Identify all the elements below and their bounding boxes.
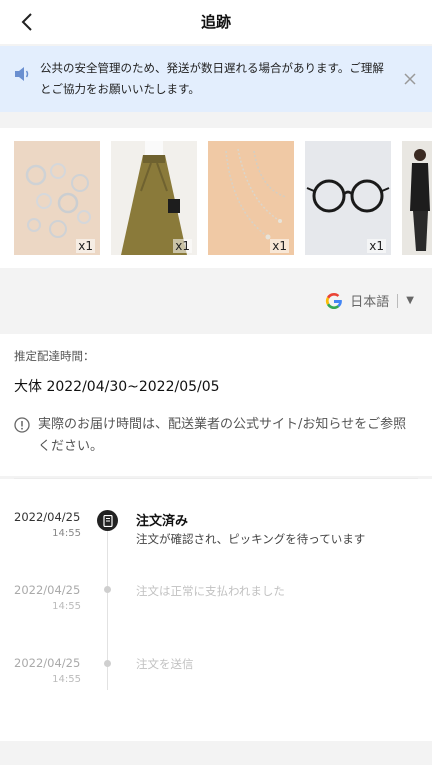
timeline-dot bbox=[104, 660, 111, 667]
info-text: 実際のお届け時間は、配送業者の公式サイト/お知らせをご参照ください。 bbox=[38, 417, 407, 454]
top-bar: 追跡 bbox=[0, 0, 432, 44]
separator bbox=[397, 293, 399, 308]
language-selector[interactable]: 日本語 ▼ bbox=[325, 291, 414, 310]
product-thumb-necklace[interactable]: x1 bbox=[208, 141, 294, 255]
product-qty: x1 bbox=[270, 239, 289, 253]
event-description: 注文が確認され、ピッキングを待っています bbox=[136, 532, 366, 546]
language-label: 日本語 bbox=[350, 295, 390, 310]
speaker-icon bbox=[15, 67, 29, 81]
event-time: 14:55 bbox=[52, 674, 81, 685]
product-qty: x1 bbox=[173, 239, 192, 253]
event-date: 2022/04/25 bbox=[14, 656, 81, 670]
order-status-icon bbox=[97, 510, 118, 531]
chevron-down-icon: ▼ bbox=[406, 295, 414, 306]
estimate-label: 推定配達時間： bbox=[14, 349, 95, 363]
tracking-timeline: 2022/04/25 14:55 注文済み 注文が確認され、ピッキングを待ってい… bbox=[0, 479, 432, 741]
event-title: 注文済み bbox=[136, 514, 189, 529]
event-date: 2022/04/25 bbox=[14, 510, 81, 524]
bottom-spacer bbox=[0, 741, 432, 765]
event-time: 14:55 bbox=[52, 601, 81, 612]
info-circle-icon bbox=[14, 417, 30, 433]
translate-row: 日本語 ▼ bbox=[0, 270, 432, 332]
event-title: 注文は正常に支払われました bbox=[136, 584, 285, 598]
page-title: 追跡 bbox=[200, 13, 231, 31]
product-thumb-rings[interactable]: x1 bbox=[14, 141, 100, 255]
product-thumbnail-strip: x1 x1 x1 x1 bbox=[0, 128, 432, 268]
timeline-dot bbox=[104, 586, 111, 593]
close-icon bbox=[404, 73, 416, 85]
notice-text: 公共の安全管理のため、発送が数日遅れる場合があります。ご理解とご協力をお願いいた… bbox=[40, 61, 384, 96]
event-title: 注文を送信 bbox=[136, 657, 194, 671]
product-thumb-outfit[interactable] bbox=[402, 141, 432, 255]
google-icon bbox=[326, 292, 343, 309]
product-thumb-glasses[interactable]: x1 bbox=[305, 141, 391, 255]
estimate-range: 大体 2022/04/30~2022/05/05 bbox=[14, 379, 220, 395]
delivery-estimate-section: 推定配達時間： 大体 2022/04/30~2022/05/05 実際のお届け時… bbox=[0, 334, 432, 476]
product-qty: x1 bbox=[76, 239, 95, 253]
notice-banner: 公共の安全管理のため、発送が数日遅れる場合があります。ご理解とご協力をお願いいた… bbox=[0, 46, 432, 112]
product-qty: x1 bbox=[367, 239, 386, 253]
product-thumb-skirt[interactable]: x1 bbox=[111, 141, 197, 255]
event-date: 2022/04/25 bbox=[14, 583, 81, 597]
event-time: 14:55 bbox=[52, 528, 81, 539]
notice-close-button[interactable] bbox=[400, 69, 420, 89]
